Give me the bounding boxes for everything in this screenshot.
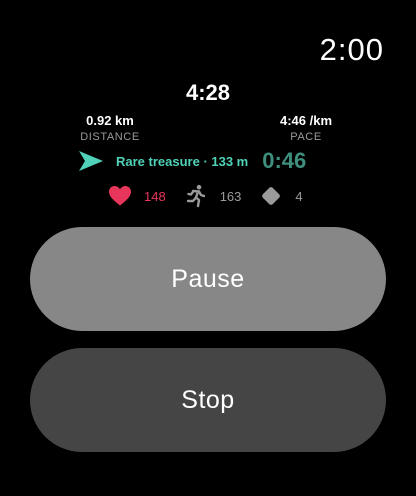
distance-value: 0.92 km [86,113,134,128]
distance-label: DISTANCE [80,131,140,143]
gems-metric: 4 [259,184,303,208]
steps-value: 163 [219,188,242,204]
metrics-row: 148 163 4 [108,181,303,211]
pace-value: 4:46 /km [279,113,333,128]
running-person-icon [186,184,205,208]
treasure-row: Rare treasure · 133 m 0:46 [78,148,306,174]
elapsed-time: 4:28 [185,80,231,105]
treasure-countdown: 0:46 [262,148,307,173]
steps-metric: 163 [184,184,242,208]
gems-value: 4 [295,188,303,204]
distance-stat: 0.92 km DISTANCE [74,113,146,143]
pause-button[interactable]: Pause [30,227,386,331]
heart-icon [109,186,131,206]
pace-label: PACE [290,131,322,143]
pace-stat: 4:46 /km PACE [268,113,344,143]
direction-arrow-icon [79,151,103,171]
heart-rate-metric: 148 [108,184,166,208]
heart-rate-value: 148 [144,188,166,204]
stop-button[interactable]: Stop [30,348,386,452]
diamond-icon [262,187,281,205]
status-clock: 2:00 [319,32,384,67]
treasure-info: Rare treasure · 133 m [116,153,249,169]
